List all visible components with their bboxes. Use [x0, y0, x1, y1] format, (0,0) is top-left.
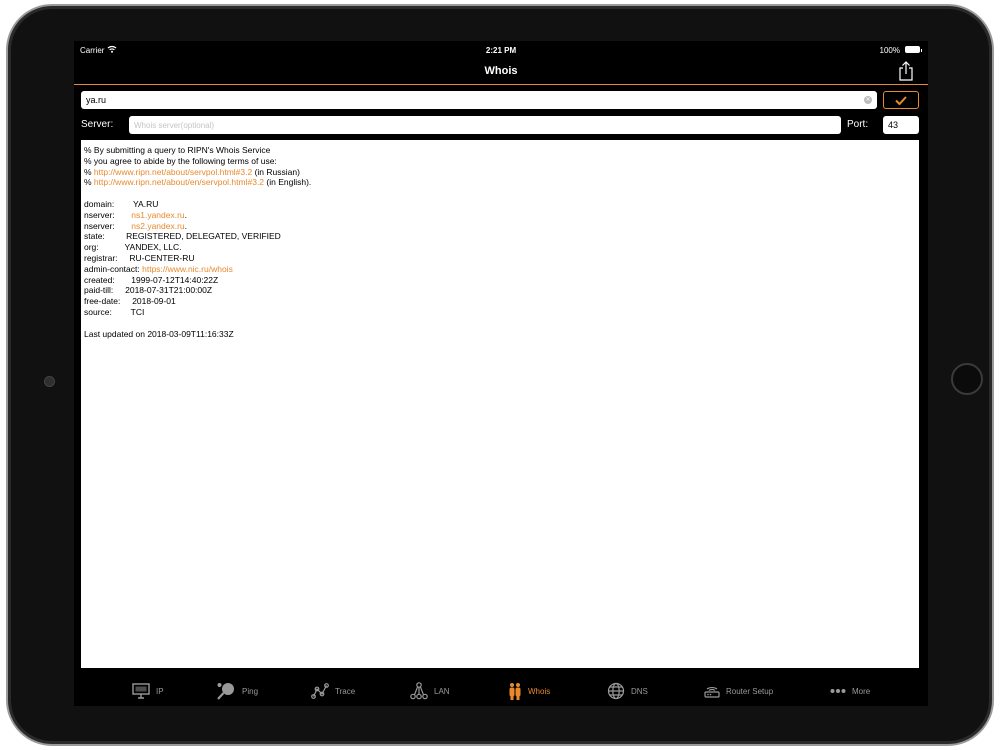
tab-label: Router Setup — [726, 686, 774, 696]
whois-record: paid-till: 2018-07-31T21:00:00Z — [84, 285, 916, 296]
share-icon[interactable] — [898, 61, 914, 81]
navigation-bar: Whois — [74, 59, 928, 85]
record-value: RU-CENTER-RU — [129, 252, 195, 263]
monitor-icon — [132, 683, 150, 699]
home-button[interactable] — [951, 363, 983, 395]
status-time: 2:21 PM — [485, 46, 517, 55]
tab-label: IP — [156, 686, 164, 696]
record-value: YANDEX, LLC. — [124, 242, 182, 253]
record-value: 2018-07-31T21:00:00Z — [125, 285, 213, 296]
record-key: state: — [84, 231, 105, 242]
tab-lan[interactable]: LAN — [410, 680, 450, 702]
record-key: created: — [84, 274, 115, 285]
battery-icon — [905, 46, 922, 53]
submit-query-button[interactable] — [883, 91, 919, 109]
whois-result-text: % By submitting a query to RIPN's Whois … — [81, 140, 919, 668]
tab-label: Ping — [242, 686, 259, 696]
people-icon — [509, 683, 521, 700]
record-key: domain: — [84, 198, 115, 209]
tab-label: Trace — [335, 686, 356, 696]
tab-ip[interactable]: IP — [132, 680, 164, 702]
checkmark-icon — [895, 95, 907, 105]
record-value: 1999-07-12T14:40:22Z — [131, 274, 219, 285]
tab-more[interactable]: More — [830, 680, 870, 702]
terms-link-russian[interactable]: http://www.ripn.net/about/servpol.html#3… — [94, 167, 252, 177]
tab-dns[interactable]: DNS — [607, 680, 648, 702]
whois-record: org: YANDEX, LLC. — [84, 242, 916, 253]
server-input[interactable] — [129, 116, 841, 134]
whois-record: nserver: ns2.yandex.ru. — [84, 220, 188, 231]
page-title: Whois — [484, 65, 518, 77]
ping-pong-icon — [217, 683, 234, 700]
result-blank-line — [84, 188, 916, 199]
tab-trace[interactable]: Trace — [311, 680, 355, 702]
tab-label: LAN — [434, 686, 450, 696]
record-key: free-date: — [84, 296, 121, 307]
whois-record: source: TCI — [84, 307, 916, 318]
battery-percent: 100% — [879, 46, 900, 55]
result-line: % you agree to abide by the following te… — [84, 155, 277, 166]
port-label: Port: — [847, 119, 869, 130]
whois-record: created: 1999-07-12T14:40:22Z — [84, 275, 916, 286]
record-value: 2018-09-01 — [132, 296, 176, 307]
tab-bar: IP Ping Trace LAN Whois DNS Router Setup — [74, 676, 928, 706]
record-key: registrar: — [84, 252, 118, 263]
whois-record: registrar: RU-CENTER-RU — [84, 253, 916, 264]
status-bar: Carrier 2:21 PM 100% — [74, 41, 928, 59]
network-icon — [410, 682, 428, 700]
app-screen: Carrier 2:21 PM 100% Whois ✕ Server: Por… — [74, 41, 928, 706]
port-input[interactable] — [883, 116, 919, 134]
front-camera — [44, 376, 55, 387]
tab-label: More — [852, 686, 871, 696]
whois-record: domain: YA.RU — [84, 199, 916, 210]
result-line: % http://www.ripn.net/about/en/servpol.h… — [84, 177, 312, 188]
whois-record: nserver: ns1.yandex.ru. — [84, 209, 188, 220]
record-link[interactable]: ns2.yandex.ru — [131, 221, 184, 231]
result-blank-line — [84, 318, 916, 329]
server-label: Server: — [81, 119, 114, 130]
tab-label: Whois — [528, 686, 551, 696]
record-link[interactable]: https://www.nic.ru/whois — [142, 264, 233, 274]
record-key: nserver: — [84, 209, 115, 220]
whois-record: admin-contact: https://www.nic.ru/whois — [84, 264, 916, 275]
trace-route-icon — [311, 683, 329, 699]
clear-icon[interactable]: ✕ — [864, 96, 872, 104]
more-dots-icon — [830, 689, 846, 693]
whois-record: state: REGISTERED, DELEGATED, VERIFIED — [84, 231, 916, 242]
last-updated: Last updated on 2018-03-09T11:16:33Z — [84, 328, 234, 339]
tab-ping[interactable]: Ping — [216, 680, 258, 702]
whois-records: domain: YA.RU nserver: ns1.yandex.ru. nser… — [84, 199, 916, 318]
router-icon — [704, 686, 720, 698]
record-key: admin-contact: — [84, 263, 140, 274]
whois-record: free-date: 2018-09-01 — [84, 296, 916, 307]
record-link[interactable]: ns1.yandex.ru — [131, 210, 184, 220]
record-key: source: — [84, 306, 112, 317]
result-line: % By submitting a query to RIPN's Whois … — [84, 145, 271, 155]
tab-whois[interactable]: Whois — [508, 680, 550, 702]
tab-label: DNS — [631, 686, 648, 696]
result-line: % http://www.ripn.net/about/servpol.html… — [84, 166, 300, 177]
domain-query-field[interactable]: ✕ — [81, 91, 877, 109]
record-value: TCI — [130, 306, 145, 317]
record-value: REGISTERED, DELEGATED, VERIFIED — [126, 231, 281, 242]
record-key: paid-till: — [84, 285, 114, 296]
domain-input[interactable] — [86, 91, 856, 109]
record-key: org: — [84, 242, 99, 253]
terms-link-english[interactable]: http://www.ripn.net/about/en/servpol.htm… — [94, 177, 264, 187]
record-key: nserver: — [84, 220, 115, 231]
tab-router-setup[interactable]: Router Setup — [704, 680, 773, 702]
globe-icon — [607, 682, 625, 700]
record-value: YA.RU — [133, 198, 159, 209]
